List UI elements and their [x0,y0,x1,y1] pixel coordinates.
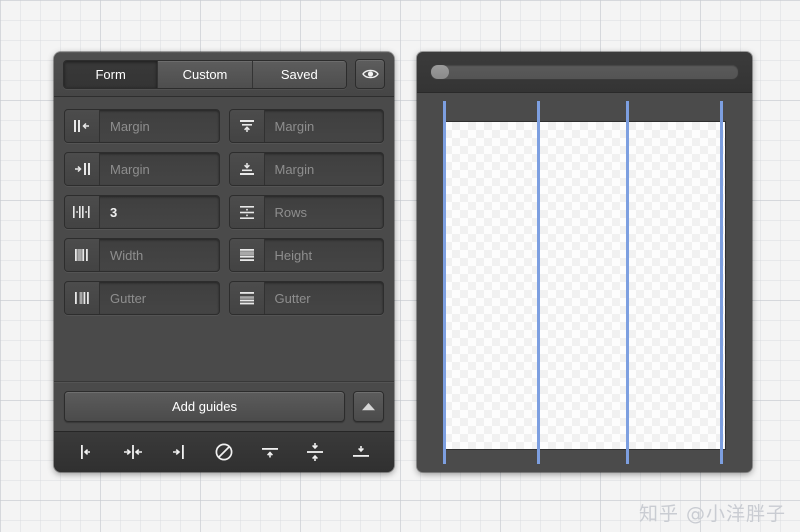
field-row-gutter-value: Gutter [265,291,384,306]
app-background: Form Custom Saved [0,0,800,532]
document-scrollbar-thumb[interactable] [431,65,449,79]
field-margin-top-value: Margin [265,119,384,134]
align-vertical-right-button[interactable] [163,439,193,465]
clear-guides-icon [213,441,235,463]
document-page [443,121,726,450]
tab-group: Form Custom Saved [63,60,347,89]
tab-form[interactable]: Form [64,61,158,88]
document-titlebar [417,52,752,93]
clear-guides-button[interactable] [209,439,239,465]
field-row: Gutter Gutter [64,281,384,315]
field-margin-left[interactable]: Margin [64,109,220,143]
tab-custom-label: Custom [183,67,228,82]
panel-header: Form Custom Saved [54,52,394,97]
document-canvas[interactable] [417,93,752,472]
panel-actions: Add guides [54,381,394,431]
field-column-width-value: Width [100,248,219,263]
row-height-icon [230,239,265,271]
tab-form-label: Form [95,67,125,82]
margin-bottom-icon [230,153,265,185]
collapse-button[interactable] [353,391,384,422]
document-scrollbar[interactable] [430,64,739,80]
guide-line[interactable] [720,101,723,464]
column-width-icon [65,239,100,271]
align-vertical-center-icon [120,442,146,462]
guide-line[interactable] [537,101,540,464]
field-columns[interactable]: 3 [64,195,220,229]
align-horizontal-top-button[interactable] [255,439,285,465]
field-row-height[interactable]: Height [229,238,385,272]
field-row: Margin Margin [64,109,384,143]
guide-line[interactable] [626,101,629,464]
field-rows[interactable]: Rows [229,195,385,229]
field-columns-value: 3 [100,205,219,220]
field-margin-top[interactable]: Margin [229,109,385,143]
triangle-up-icon [361,401,376,412]
tab-custom[interactable]: Custom [158,61,252,88]
field-margin-bottom-value: Margin [265,162,384,177]
column-gutter-icon [65,282,100,314]
field-margin-right[interactable]: Margin [64,152,220,186]
field-row-gutter[interactable]: Gutter [229,281,385,315]
document-preview-window [417,52,752,472]
margin-top-icon [230,110,265,142]
align-horizontal-bottom-icon [349,442,373,462]
align-vertical-left-icon [76,442,98,462]
margin-left-icon [65,110,100,142]
alignment-toolbar [54,431,394,472]
field-rows-value: Rows [265,205,384,220]
field-row: Margin Margin [64,152,384,186]
align-horizontal-top-icon [258,442,282,462]
preview-toggle-button[interactable] [355,59,385,89]
align-horizontal-center-icon [303,440,327,464]
align-vertical-left-button[interactable] [72,439,102,465]
add-guides-button[interactable]: Add guides [64,391,345,422]
guide-line[interactable] [443,101,446,464]
align-vertical-center-button[interactable] [118,439,148,465]
field-row: Width Height [64,238,384,272]
eye-icon [362,68,379,80]
guide-guide-panel: Form Custom Saved [54,52,394,472]
field-margin-left-value: Margin [100,119,219,134]
align-horizontal-center-button[interactable] [300,439,330,465]
rows-icon [230,196,265,228]
fields-area: Margin Margin [54,97,394,381]
tab-saved-label: Saved [281,67,318,82]
align-horizontal-bottom-button[interactable] [346,439,376,465]
align-vertical-right-icon [167,442,189,462]
margin-right-icon [65,153,100,185]
field-margin-right-value: Margin [100,162,219,177]
add-guides-label: Add guides [172,399,237,414]
row-gutter-icon [230,282,265,314]
field-column-gutter-value: Gutter [100,291,219,306]
columns-icon [65,196,100,228]
watermark: 知乎 @小洋胖子 [639,499,786,526]
field-margin-bottom[interactable]: Margin [229,152,385,186]
field-column-width[interactable]: Width [64,238,220,272]
field-row-height-value: Height [265,248,384,263]
tab-saved[interactable]: Saved [253,61,346,88]
field-column-gutter[interactable]: Gutter [64,281,220,315]
field-row: 3 Rows [64,195,384,229]
